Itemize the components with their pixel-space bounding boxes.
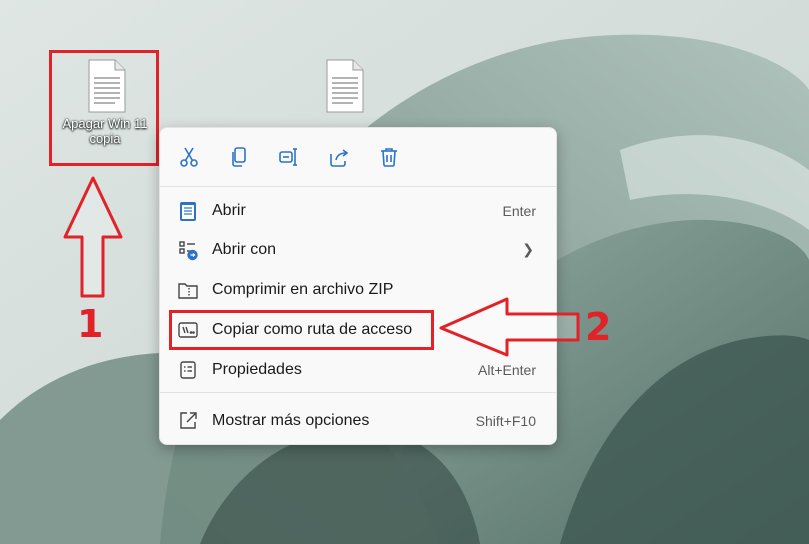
share-icon [330, 149, 349, 167]
annotation-step-1: 1 [77, 302, 104, 346]
more-options-icon [176, 409, 200, 433]
menu-item-abrir[interactable]: Abrir Enter [166, 193, 550, 229]
context-menu-toolbar [160, 128, 556, 186]
menu-item-comprimir-zip[interactable]: Comprimir en archivo ZIP [166, 272, 550, 308]
open-with-icon [176, 238, 200, 262]
chevron-right-icon: ❯ [522, 242, 534, 258]
notepad-icon [176, 199, 200, 223]
cut-button[interactable] [176, 144, 202, 170]
copy-button[interactable] [226, 144, 252, 170]
menu-item-shortcut: Shift+F10 [475, 413, 536, 429]
menu-item-abrir-con[interactable]: Abrir con ❯ [166, 232, 550, 268]
menu-item-label: Propiedades [212, 361, 302, 378]
menu-item-label: Abrir [212, 202, 246, 219]
menu-item-shortcut: Enter [502, 203, 536, 219]
annotation-box-copy-path [169, 310, 434, 350]
menu-item-label: Comprimir en archivo ZIP [212, 281, 394, 298]
menu-item-label: Mostrar más opciones [212, 412, 370, 429]
properties-icon [176, 358, 200, 382]
menu-item-mostrar-mas-opciones[interactable]: Mostrar más opciones Shift+F10 [166, 403, 550, 439]
context-menu: Abrir Enter Abrir con ❯ Comprimir en arc… [159, 127, 557, 445]
annotation-step-2: 2 [585, 305, 612, 349]
delete-button[interactable] [376, 144, 402, 170]
menu-item-propiedades[interactable]: Propiedades Alt+Enter [166, 352, 550, 388]
delete-icon [381, 148, 397, 167]
rename-icon [279, 148, 297, 166]
copy-icon [232, 147, 246, 167]
menu-separator [160, 392, 556, 393]
share-button[interactable] [326, 144, 352, 170]
zip-icon [176, 278, 200, 302]
desktop-file-icon-2[interactable] [293, 56, 393, 116]
menu-item-shortcut: Alt+Enter [478, 362, 536, 378]
rename-button[interactable] [276, 144, 302, 170]
menu-item-label: Abrir con [212, 241, 277, 258]
menu-separator [160, 186, 556, 187]
text-document-icon [326, 59, 364, 113]
cut-icon [180, 147, 198, 167]
annotation-box-file [49, 50, 159, 166]
